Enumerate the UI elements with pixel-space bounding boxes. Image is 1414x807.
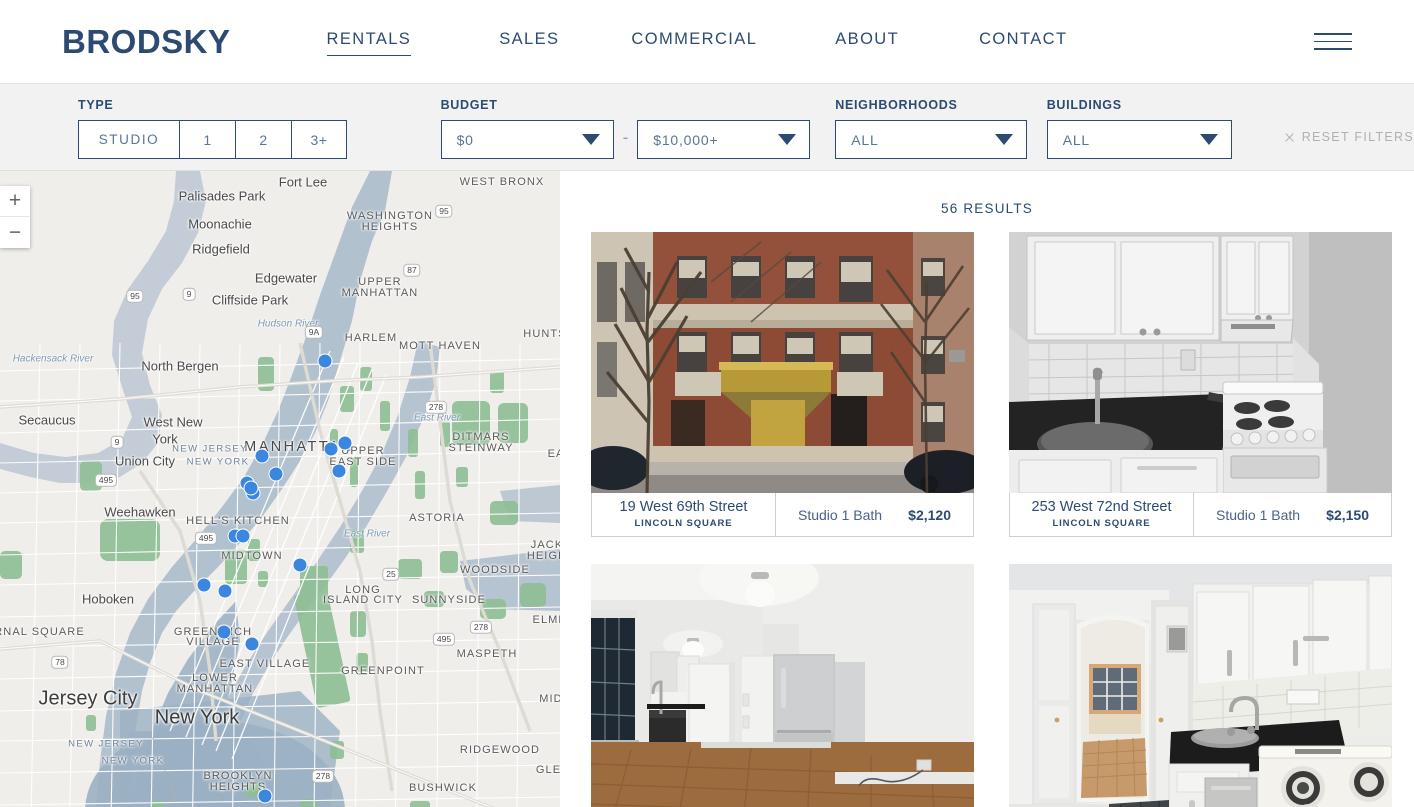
listing-address: 19 West 69th Street (619, 499, 748, 516)
budget-range-separator: - (622, 128, 629, 147)
listings-map[interactable]: + − Palisades Park Fort Lee Moonachie Ridge… (0, 171, 560, 807)
listing-address: 253 West 72nd Street (1031, 499, 1172, 516)
budget-range: $0 - $10,000+ (440, 120, 811, 159)
filter-neighborhoods: NEIGHBORHOODS ALL (835, 98, 1028, 159)
listing-photo-brick-building-facade[interactable] (591, 232, 974, 493)
map-listing-marker[interactable] (216, 624, 232, 640)
nav-item-sales[interactable]: SALES (499, 27, 559, 56)
map-listing-marker[interactable] (217, 583, 233, 599)
map-zoom-controls[interactable]: + − (0, 186, 30, 248)
chevron-down-icon (778, 134, 797, 145)
type-option-3plus[interactable]: 3+ (291, 120, 347, 159)
reset-filters-button[interactable]: RESET FILTERS (1284, 130, 1414, 144)
chevron-down-icon (1199, 134, 1218, 145)
nav-item-about[interactable]: ABOUT (835, 27, 899, 56)
brodsky-logo[interactable]: BRODSKY (62, 23, 231, 61)
map-listing-marker[interactable] (235, 528, 251, 544)
map-listing-marker[interactable] (257, 788, 273, 804)
map-listing-marker[interactable] (254, 448, 270, 464)
type-button-group: STUDIO 1 2 3+ (78, 120, 347, 159)
listing-photo-grayscale-kitchen[interactable] (1009, 232, 1392, 493)
filter-buildings-label: BUILDINGS (1046, 98, 1122, 112)
map-listing-marker[interactable] (268, 466, 284, 482)
map-listing-marker[interactable] (317, 353, 333, 369)
filter-bar: TYPE STUDIO 1 2 3+ BUDGET $0 - $10,000+ … (0, 84, 1414, 171)
buildings-value: ALL (1062, 131, 1091, 148)
listing-card[interactable]: 253 West 72nd Street LINCOLN SQUARE Stud… (1009, 232, 1392, 537)
type-option-1[interactable]: 1 (179, 120, 235, 159)
listing-address-box: 253 West 72nd Street LINCOLN SQUARE (1010, 493, 1194, 536)
main-content: + − Palisades Park Fort Lee Moonachie Ridge… (0, 171, 1414, 807)
listing-price: $2,120 (908, 506, 951, 523)
listing-card[interactable] (1009, 564, 1392, 807)
map-listing-marker[interactable] (243, 480, 259, 496)
listing-beds-baths: Studio 1 Bath (798, 506, 883, 523)
buildings-select[interactable]: ALL (1046, 120, 1232, 159)
main-navigation: RENTALS SALES COMMERCIAL ABOUT CONTACT (326, 27, 1314, 56)
listing-neighborhood: LINCOLN SQUARE (1052, 517, 1151, 529)
map-listing-marker[interactable] (196, 577, 212, 593)
chevron-down-icon (995, 134, 1014, 145)
filter-buildings: BUILDINGS ALL (1046, 98, 1232, 159)
listing-photo-empty-room-with-fridge[interactable] (591, 564, 974, 807)
listing-meta-box: Studio 1 Bath $2,150 (1194, 493, 1391, 536)
listing-photo-galley-kitchen-archway[interactable] (1009, 564, 1392, 807)
filter-type: TYPE STUDIO 1 2 3+ (78, 98, 347, 159)
map-listing-marker[interactable] (323, 441, 339, 457)
neighborhoods-select[interactable]: ALL (835, 120, 1028, 159)
chevron-down-icon (581, 134, 600, 145)
hamburger-icon[interactable] (1314, 33, 1352, 50)
listing-address-box: 19 West 69th Street LINCOLN SQUARE (592, 493, 776, 536)
budget-max-value: $10,000+ (653, 131, 719, 148)
reset-filters-label: RESET FILTERS (1301, 130, 1414, 144)
map-zoom-out-button[interactable]: − (0, 217, 30, 248)
listing-card[interactable] (591, 564, 974, 807)
hamburger-bar (1314, 48, 1352, 50)
map-zoom-in-button[interactable]: + (0, 186, 30, 217)
map-listing-marker[interactable] (244, 636, 260, 652)
listing-info: 19 West 69th Street LINCOLN SQUARE Studi… (591, 493, 974, 537)
filter-budget: BUDGET $0 - $10,000+ (440, 98, 811, 159)
budget-max-select[interactable]: $10,000+ (637, 120, 811, 159)
hamburger-bar (1314, 40, 1352, 43)
listing-neighborhood: LINCOLN SQUARE (634, 517, 733, 529)
listing-card[interactable]: 19 West 69th Street LINCOLN SQUARE Studi… (591, 232, 974, 537)
budget-min-select[interactable]: $0 (440, 120, 614, 159)
listing-price: $2,150 (1326, 506, 1369, 523)
type-option-studio[interactable]: STUDIO (78, 120, 179, 159)
listing-beds-baths: Studio 1 Bath (1216, 506, 1301, 523)
map-listing-marker[interactable] (331, 463, 347, 479)
filter-neighborhoods-label: NEIGHBORHOODS (835, 98, 958, 112)
close-x-icon (1284, 132, 1295, 143)
map-listing-marker[interactable] (292, 557, 308, 573)
map-canvas (0, 171, 560, 807)
site-header: BRODSKY RENTALS SALES COMMERCIAL ABOUT C… (0, 0, 1414, 84)
hamburger-bar (1314, 33, 1352, 35)
nav-item-rentals[interactable]: RENTALS (326, 27, 412, 56)
nav-item-contact[interactable]: CONTACT (979, 27, 1067, 56)
type-option-2[interactable]: 2 (235, 120, 291, 159)
listing-meta-box: Studio 1 Bath $2,120 (776, 493, 973, 536)
filter-type-label: TYPE (78, 98, 114, 112)
neighborhoods-value: ALL (851, 131, 879, 148)
listings-grid: 19 West 69th Street LINCOLN SQUARE Studi… (560, 232, 1414, 807)
nav-item-commercial[interactable]: COMMERCIAL (631, 27, 757, 56)
filter-budget-label: BUDGET (440, 98, 498, 112)
results-panel: 56 RESULTS 19 West 69th Street LINCOLN S… (560, 171, 1414, 807)
budget-min-value: $0 (456, 131, 474, 148)
results-count: 56 RESULTS (940, 201, 1034, 216)
listing-info: 253 West 72nd Street LINCOLN SQUARE Stud… (1009, 493, 1392, 537)
map-listing-marker[interactable] (337, 435, 353, 451)
